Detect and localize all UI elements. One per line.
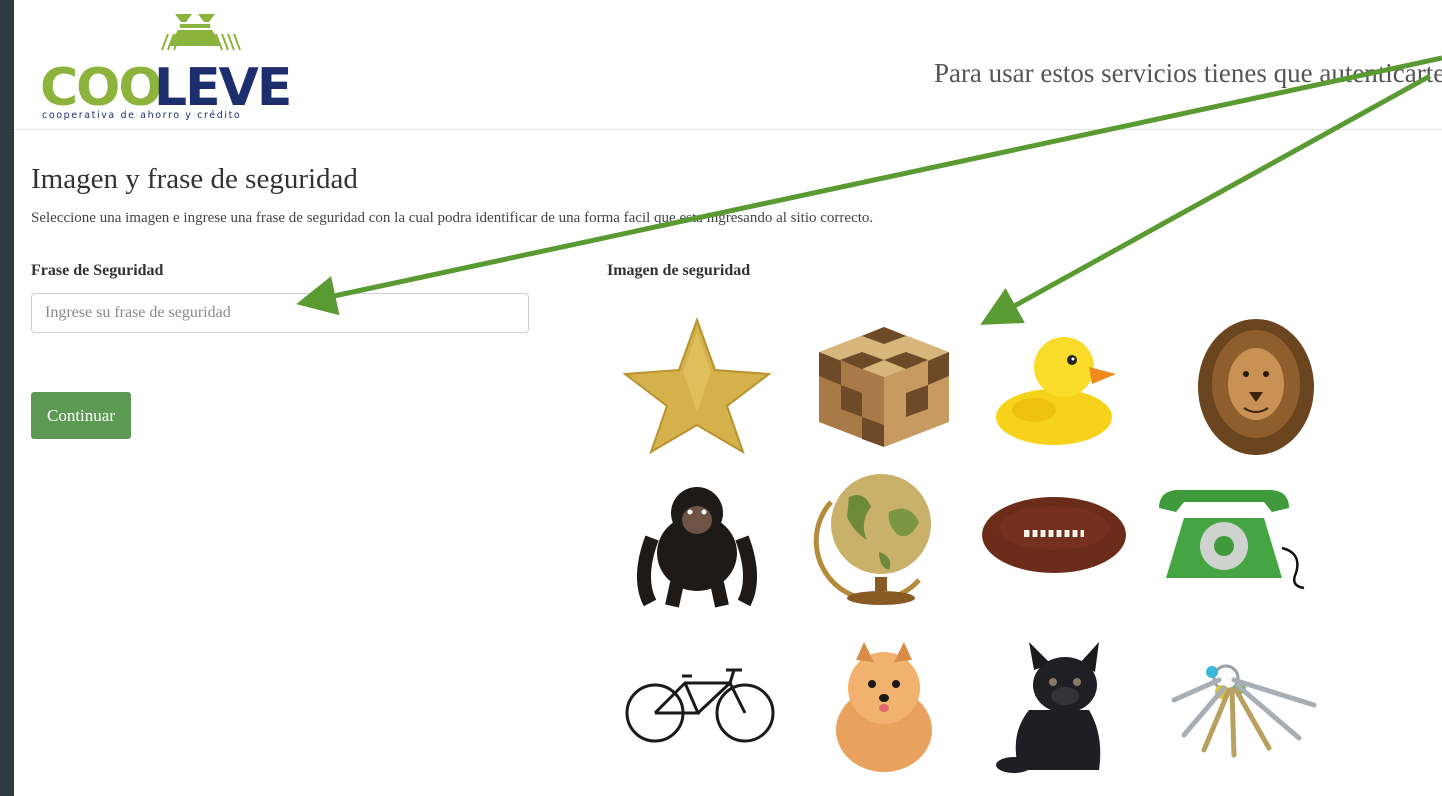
security-image-duck[interactable] — [974, 312, 1134, 457]
page-subtitle: Seleccione una imagen e ingrese una fras… — [31, 210, 874, 226]
continue-button[interactable]: Continuar — [31, 392, 131, 439]
pomeranian-icon — [836, 642, 932, 772]
chimpanzee-icon — [636, 487, 758, 608]
page: COO LEVER cooperativa de ahorro y crédit… — [14, 0, 1442, 796]
telephone-icon — [1159, 489, 1305, 590]
auth-message: Para usar estos servicios tienes que aut… — [933, 58, 1442, 88]
svg-text:cooperativa de ahorro y crédit: cooperativa de ahorro y crédito — [42, 110, 241, 121]
security-image-lion[interactable] — [1194, 312, 1319, 457]
svg-text:COO: COO — [40, 58, 161, 118]
security-image-pomeranian[interactable] — [824, 640, 944, 775]
bicycle-icon — [625, 668, 775, 743]
security-image-keys[interactable] — [1164, 650, 1324, 765]
security-image-cube[interactable] — [804, 312, 964, 457]
football-icon — [982, 497, 1126, 573]
security-image-chimp[interactable] — [622, 468, 772, 613]
security-image-telephone[interactable] — [1154, 478, 1314, 593]
security-phrase-input[interactable] — [31, 293, 529, 333]
cube-puzzle-icon — [819, 327, 949, 447]
security-image-bicycle[interactable] — [620, 658, 780, 748]
security-image-globe[interactable] — [809, 462, 949, 607]
rubber-duck-icon — [996, 337, 1116, 445]
image-label: Imagen de seguridad — [607, 262, 751, 279]
page-title: Imagen y frase de seguridad — [31, 163, 358, 195]
security-image-star[interactable] — [617, 312, 777, 457]
globe-icon — [813, 474, 931, 605]
header: COO LEVER cooperativa de ahorro y crédit… — [14, 0, 1442, 130]
security-image-bulldog[interactable] — [989, 640, 1119, 775]
lion-icon — [1194, 312, 1319, 457]
security-image-football[interactable] — [979, 480, 1129, 590]
keys-icon — [1171, 664, 1317, 758]
bulldog-icon — [996, 642, 1101, 773]
star-icon — [622, 317, 772, 455]
svg-text:LEVER: LEVER — [154, 58, 290, 118]
phrase-label: Frase de Seguridad — [31, 262, 164, 279]
coolever-logo[interactable]: COO LEVER cooperativa de ahorro y crédit… — [40, 12, 290, 122]
